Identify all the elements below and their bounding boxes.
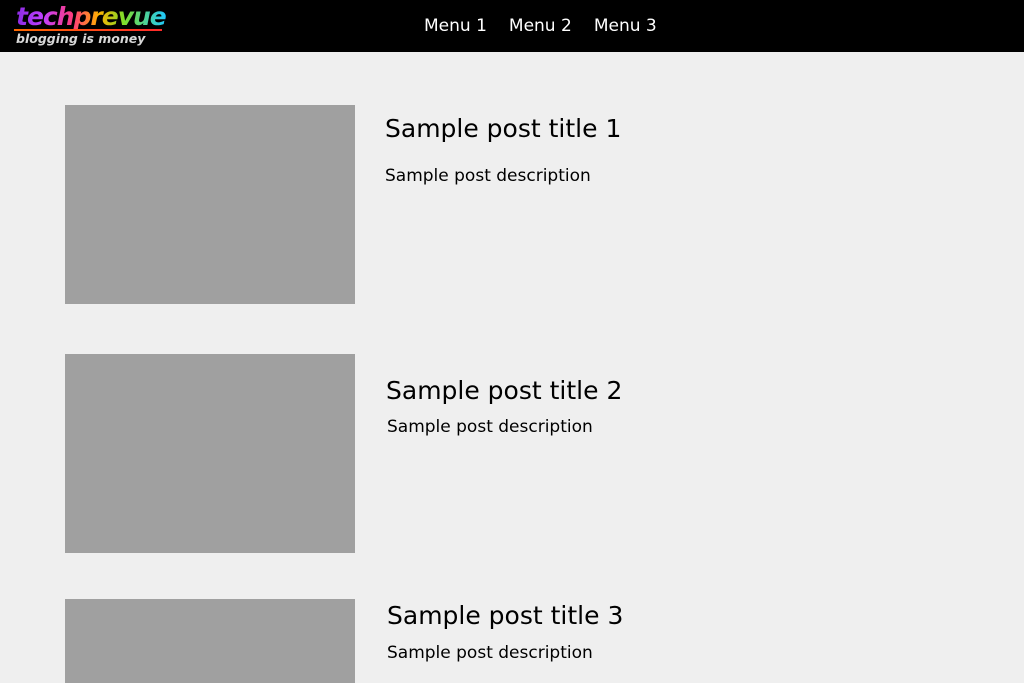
- top-navigation-bar: techprevue blogging is money Menu 1 Menu…: [0, 0, 1024, 52]
- main-menu: Menu 1 Menu 2 Menu 3: [413, 0, 668, 52]
- menu-item-3[interactable]: Menu 3: [583, 0, 668, 52]
- post-description: Sample post description: [387, 643, 593, 663]
- post-thumbnail[interactable]: [65, 105, 355, 304]
- post-title[interactable]: Sample post title 2: [386, 376, 622, 406]
- menu-item-1[interactable]: Menu 1: [413, 0, 498, 52]
- logo-tagline: blogging is money: [16, 31, 146, 46]
- site-logo[interactable]: techprevue blogging is money: [14, 2, 167, 50]
- post-description: Sample post description: [385, 166, 591, 186]
- post-title[interactable]: Sample post title 1: [385, 114, 621, 144]
- post-thumbnail[interactable]: [65, 354, 355, 553]
- post-title[interactable]: Sample post title 3: [387, 601, 623, 631]
- logo-wordmark: techprevue: [16, 2, 167, 31]
- menu-item-2[interactable]: Menu 2: [498, 0, 583, 52]
- post-thumbnail[interactable]: [65, 599, 355, 683]
- post-description: Sample post description: [387, 417, 593, 437]
